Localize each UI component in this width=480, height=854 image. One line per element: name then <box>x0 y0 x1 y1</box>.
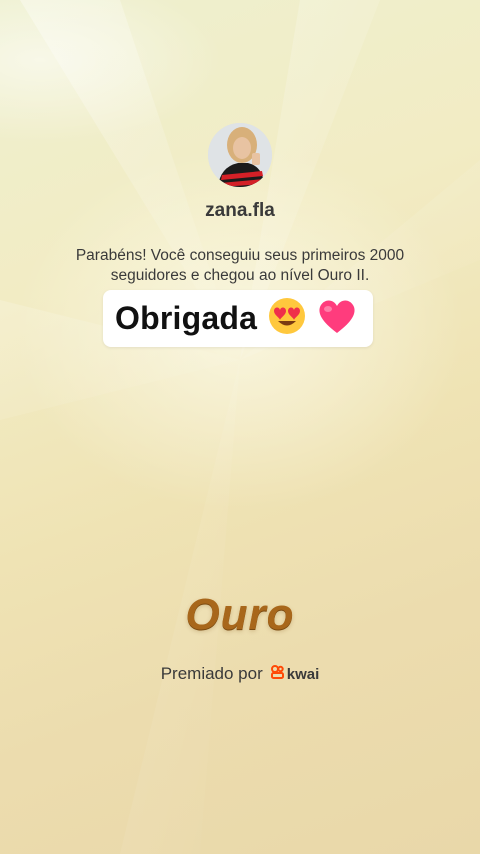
award-prefix: Premiado por <box>160 664 263 683</box>
kwai-brand-text: kwai <box>286 665 320 683</box>
achievement-message: Parabéns! Você conseguiu seus primeiros … <box>75 247 405 284</box>
award-line: Premiado por kwai <box>0 664 480 684</box>
avatar[interactable] <box>208 123 272 187</box>
level-title: Ouro <box>185 590 295 639</box>
text-sticker: Obrigada <box>103 290 373 347</box>
kwai-brand: kwai <box>270 664 320 684</box>
kwai-logo-icon <box>270 664 284 684</box>
smiling-face-with-heart-eyes-icon <box>267 296 307 341</box>
username: zana.fla <box>205 200 275 221</box>
pink-heart-icon <box>317 297 357 340</box>
sticker-text: Obrigada <box>115 300 258 336</box>
